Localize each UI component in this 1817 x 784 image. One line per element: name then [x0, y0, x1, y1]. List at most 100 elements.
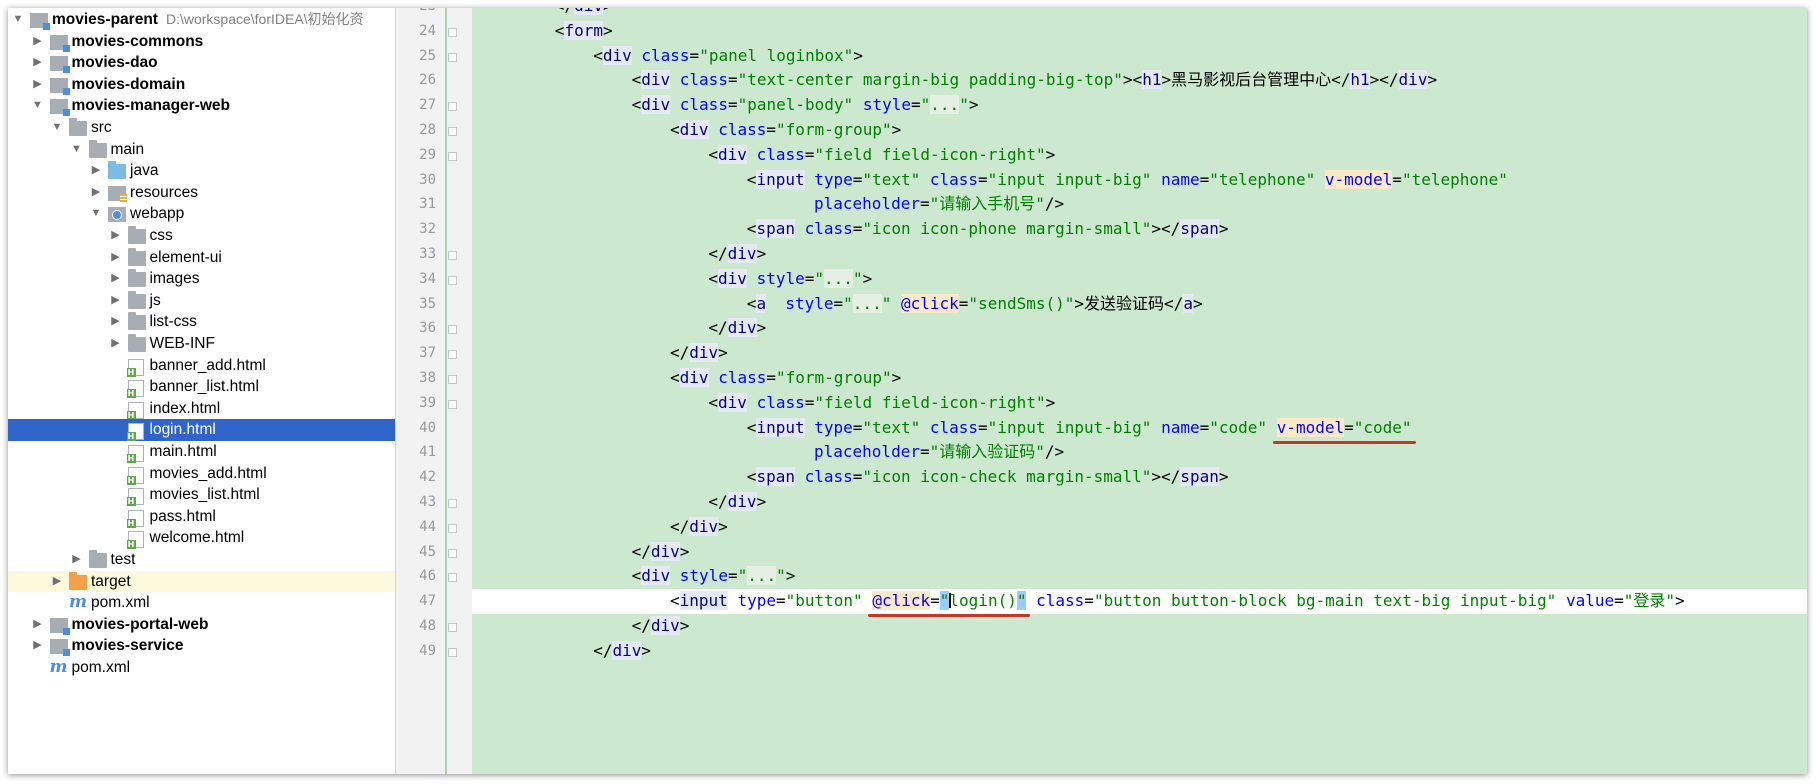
code-line[interactable]: <div class="form-group">	[478, 118, 901, 143]
project-tree[interactable]: ▼ movies-parent D:\workspace\forIDEA\初始化资 ▶…	[8, 8, 396, 774]
tree-item[interactable]: index.html	[8, 398, 395, 420]
fold-marker-icon[interactable]	[448, 647, 457, 657]
expand-arrow-icon[interactable]: ▶	[90, 160, 102, 182]
current-code-line[interactable]: <input type="button" @click="login()" cl…	[472, 589, 1807, 614]
tree-item[interactable]: ▶ target	[8, 570, 395, 593]
code-line[interactable]: <div class="text-center margin-big paddi…	[478, 68, 1437, 93]
expand-arrow-icon[interactable]: ▶	[110, 333, 122, 355]
tree-item[interactable]: ▶ resources	[8, 182, 395, 204]
tree-item[interactable]: ▶ movies-domain	[8, 74, 395, 96]
tree-item[interactable]: ▶ js	[8, 290, 395, 312]
collapse-arrow-icon[interactable]: ▼	[12, 9, 24, 31]
code-line[interactable]: </div>	[478, 490, 766, 515]
expand-arrow-icon[interactable]: ▶	[110, 311, 122, 333]
tree-item[interactable]: ▼ movies-manager-web	[8, 95, 395, 117]
code-line[interactable]: </div>	[478, 515, 728, 540]
code-line[interactable]: <div class="panel-body" style="...">	[478, 93, 978, 118]
fold-marker-icon[interactable]	[448, 275, 457, 285]
collapse-arrow-icon[interactable]: ▼	[32, 95, 44, 117]
tree-item[interactable]: m pom.xml	[8, 657, 395, 679]
expand-arrow-icon[interactable]: ▶	[32, 74, 44, 96]
fold-marker-icon[interactable]	[448, 325, 457, 335]
code-line[interactable]: <div style="...">	[478, 267, 872, 292]
collapse-arrow-icon[interactable]: ▼	[71, 139, 83, 161]
tree-item[interactable]: ▶ movies-portal-web	[8, 614, 395, 636]
fold-marker-icon[interactable]	[448, 623, 457, 632]
tree-item[interactable]: banner_add.html	[8, 355, 395, 377]
tree-item[interactable]: ▶ movies-commons	[8, 31, 395, 53]
fold-marker-icon[interactable]	[448, 27, 457, 37]
tree-item[interactable]: ▶ element-ui	[8, 247, 395, 269]
expand-arrow-icon[interactable]: ▶	[71, 549, 83, 571]
editor-gutter[interactable]: 23 24 25 26 27 28 29 30 31 32 33 34 35 36 37 38 39 40 41 42…	[396, 8, 472, 774]
tree-item[interactable]: pass.html	[8, 506, 395, 528]
code-line[interactable]: <div class="panel loginbox">	[478, 44, 863, 69]
code-editor[interactable]: </div><form><div class="panel loginbox">…	[472, 8, 1807, 774]
expand-arrow-icon[interactable]: ▶	[32, 635, 44, 657]
expand-arrow-icon[interactable]: ▶	[110, 268, 122, 290]
tree-item[interactable]: welcome.html	[8, 527, 395, 550]
code-line[interactable]: <div class="form-group">	[478, 366, 901, 391]
code-line[interactable]: <span class="icon icon-check margin-smal…	[478, 465, 1228, 490]
tree-item[interactable]: ▼ webapp	[8, 203, 395, 225]
code-line[interactable]: <form>	[478, 19, 613, 44]
code-line[interactable]: <span class="icon icon-phone margin-smal…	[478, 217, 1228, 242]
tree-item[interactable]: movies_list.html	[8, 484, 395, 507]
fold-marker-icon[interactable]	[448, 523, 457, 533]
collapse-arrow-icon[interactable]: ▼	[90, 203, 102, 225]
expand-arrow-icon[interactable]: ▶	[110, 225, 122, 247]
code-line[interactable]: <div class="field field-icon-right">	[478, 143, 1055, 168]
tree-item[interactable]: ▶ images	[8, 268, 395, 290]
tree-item[interactable]: ▶ java	[8, 160, 395, 182]
fold-marker-icon[interactable]	[448, 52, 457, 62]
tree-item[interactable]: ▶ WEB-INF	[8, 333, 395, 355]
tree-item[interactable]: ▶ css	[8, 225, 395, 247]
fold-marker-icon[interactable]	[448, 375, 457, 384]
code-line[interactable]: </div>	[478, 540, 689, 565]
tree-item[interactable]: login.html	[8, 419, 395, 442]
tree-item[interactable]: ▶ list-css	[8, 311, 395, 333]
fold-marker-icon[interactable]	[448, 251, 457, 260]
code-line[interactable]: <div style="...">	[478, 564, 795, 589]
expand-arrow-icon[interactable]: ▶	[110, 247, 122, 269]
expand-arrow-icon[interactable]: ▶	[32, 614, 44, 636]
code-line[interactable]: </div>	[478, 614, 689, 639]
expand-arrow-icon[interactable]: ▶	[32, 31, 44, 53]
code-line[interactable]: </div>	[478, 316, 766, 341]
fold-marker-icon[interactable]	[448, 127, 457, 136]
tree-item[interactable]: ▶ movies-dao	[8, 52, 395, 74]
code-line[interactable]: </div>	[478, 8, 613, 19]
code-line[interactable]: placeholder="请输入手机号"/>	[478, 192, 1064, 217]
code-line[interactable]: </div>	[478, 341, 728, 366]
expand-arrow-icon[interactable]: ▶	[90, 182, 102, 204]
tree-item[interactable]: ▶ movies-service	[8, 635, 395, 657]
code-line[interactable]: <div class="field field-icon-right">	[478, 391, 1055, 416]
expand-arrow-icon[interactable]: ▶	[32, 52, 44, 74]
tree-item[interactable]: ▼ movies-parent D:\workspace\forIDEA\初始化资	[8, 9, 395, 31]
fold-marker-icon[interactable]	[448, 399, 457, 409]
tree-item[interactable]: movies_add.html	[8, 463, 395, 485]
tree-item[interactable]: m pom.xml	[8, 592, 395, 614]
tree-item[interactable]: ▼ src	[8, 117, 395, 139]
fold-marker-icon[interactable]	[448, 350, 457, 360]
tree-item[interactable]: ▼ main	[8, 139, 395, 161]
expand-arrow-icon[interactable]: ▶	[51, 571, 63, 593]
code-line[interactable]: </div>	[478, 639, 651, 664]
tree-item[interactable]: banner_list.html	[8, 376, 395, 399]
collapse-arrow-icon[interactable]: ▼	[51, 117, 63, 139]
code-token: <	[708, 392, 719, 412]
tree-item[interactable]: ▶ test	[8, 549, 395, 571]
code-line[interactable]: <input type="text" class="input input-bi…	[478, 416, 1412, 441]
code-line[interactable]: </div>	[478, 242, 766, 267]
fold-marker-icon[interactable]	[448, 499, 457, 508]
code-line[interactable]: <input type="text" class="input input-bi…	[478, 168, 1508, 193]
code-token: div	[679, 368, 709, 387]
fold-marker-icon[interactable]	[448, 102, 457, 112]
expand-arrow-icon[interactable]: ▶	[110, 290, 122, 312]
tree-item[interactable]: main.html	[8, 441, 395, 463]
fold-marker-icon[interactable]	[448, 151, 457, 161]
fold-marker-icon[interactable]	[448, 548, 457, 558]
code-line[interactable]: placeholder="请输入验证码"/>	[478, 440, 1064, 465]
fold-marker-icon[interactable]	[448, 573, 457, 583]
code-line[interactable]: <a style="..." @click="sendSms()">发送验证码<…	[478, 292, 1203, 317]
